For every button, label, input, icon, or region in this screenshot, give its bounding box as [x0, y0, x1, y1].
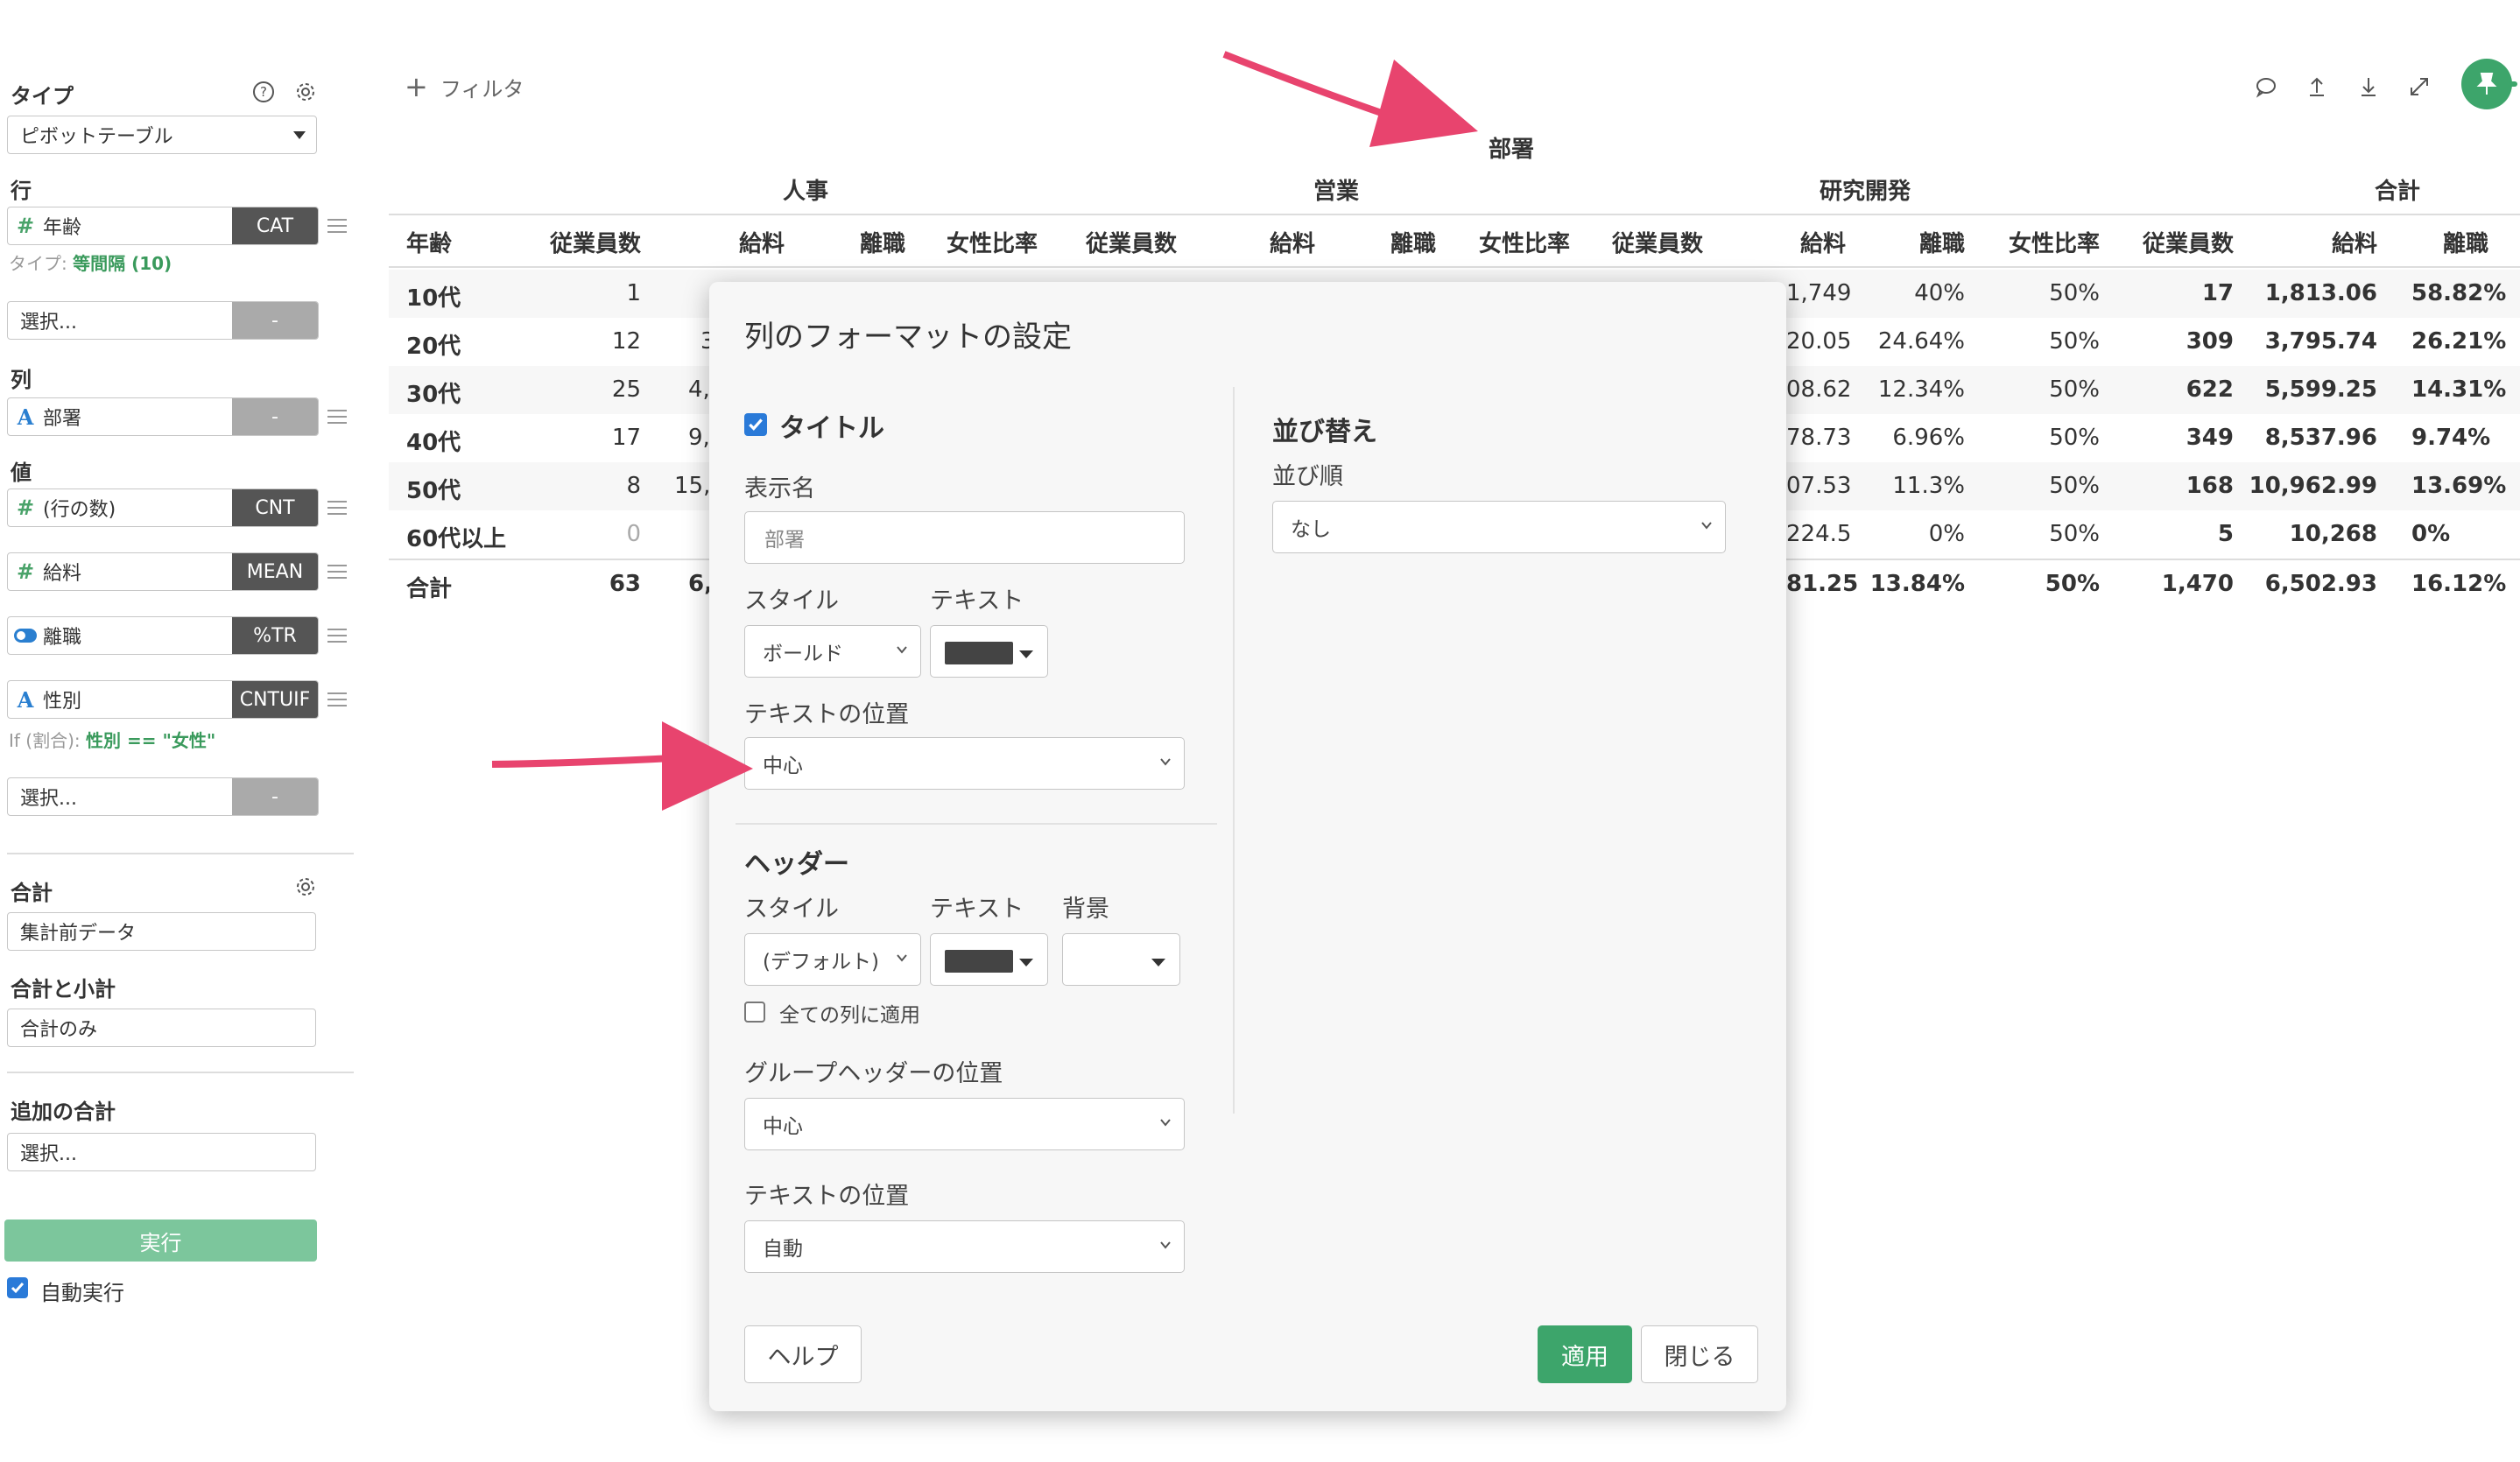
arrowhead — [662, 721, 753, 811]
arrowhead — [1369, 60, 1478, 147]
annotation-arrows — [491, 51, 1478, 811]
arrow-to-position — [491, 755, 673, 768]
